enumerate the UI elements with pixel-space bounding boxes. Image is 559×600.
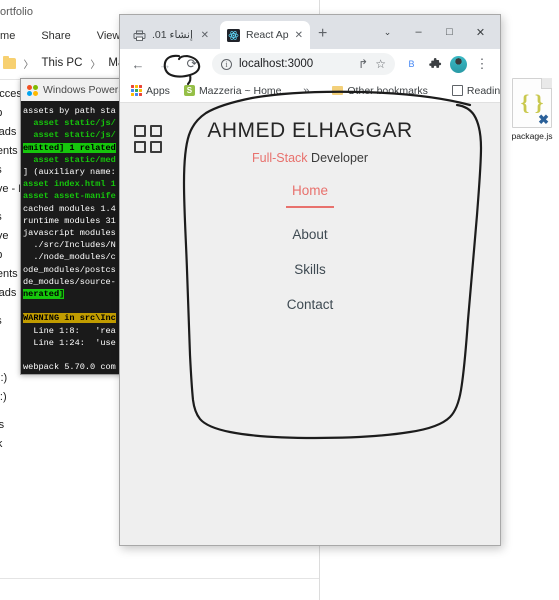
terminal-line: Line 1:24: 'use: [23, 337, 116, 348]
bookmark-label: Apps: [146, 84, 170, 97]
extensions-puzzle-icon[interactable]: [423, 52, 447, 76]
terminal-line: javascript modules: [23, 228, 116, 239]
terminal-line: ode_modules/postcs: [23, 264, 116, 275]
terminal-line: asset static/js/: [23, 130, 116, 141]
back-arrow-icon[interactable]: ←: [126, 52, 150, 76]
reading-list-button[interactable]: Reading list: [447, 83, 501, 99]
bookmark-mazzeria[interactable]: Mazzeria ~ Home...: [179, 83, 295, 99]
page-viewport: AHMED ELHAGGAR Full-Stack Developer Home…: [120, 103, 500, 545]
print-preview-icon: [133, 30, 146, 41]
powershell-title-text: Windows PowerShe: [43, 84, 128, 96]
windows-logo-icon: [27, 84, 38, 96]
reload-icon[interactable]: ⟳: [180, 52, 204, 76]
url-text: localhost:3000: [239, 58, 314, 70]
other-bookmarks-folder[interactable]: Other bookmarks: [327, 83, 433, 99]
terminal-line: cached modules 1.4: [23, 203, 116, 214]
terminal-line: runtime modules 31: [23, 215, 116, 226]
sidebar-item-network[interactable]: Network: [0, 434, 58, 453]
ribbon-tab-share[interactable]: Share: [41, 30, 70, 42]
powershell-titlebar: Windows PowerShe: [21, 79, 127, 101]
powershell-window[interactable]: Windows PowerShe assets by path sta asse…: [20, 78, 128, 375]
file-label: package.js: [511, 131, 553, 141]
site-info-icon[interactable]: i: [221, 58, 232, 70]
breadcrumb-this-pc[interactable]: This PC: [42, 57, 83, 69]
explorer-window-title: portfolio: [0, 6, 33, 18]
bookmark-apps[interactable]: Apps: [126, 83, 175, 99]
close-icon[interactable]: ✕: [201, 30, 209, 41]
bookmark-star-icon[interactable]: ☆: [375, 57, 386, 71]
tab-title: .01 إنشاء: [152, 29, 193, 41]
json-file-icon: { } ✖: [512, 78, 552, 128]
explorer-status-bar: [0, 578, 319, 600]
nav-item-skills[interactable]: Skills: [294, 262, 326, 277]
terminal-line: asset asset-manife: [23, 191, 116, 202]
browser-toolbar: ← → ⟳ i localhost:3000 ↱ ☆ B ⋮: [120, 49, 500, 79]
shopify-icon: [183, 85, 195, 96]
close-window-button[interactable]: ✕: [465, 19, 496, 45]
chrome-browser-window: .01 إنشاء ✕ React Ap ✕ + ⌄ – □ ✕ ← → ⟳ i…: [119, 14, 501, 546]
tab-inactive-arabic[interactable]: .01 إنشاء ✕: [126, 21, 216, 49]
page-fold: [541, 78, 552, 89]
ribbon-tab-view[interactable]: View: [97, 30, 121, 42]
nav-active-underline: [286, 206, 334, 208]
sidebar-item-libraries[interactable]: Libraries: [0, 415, 58, 434]
nav-item-contact[interactable]: Contact: [287, 297, 334, 312]
tab-search-chevron-down-icon[interactable]: ⌄: [372, 19, 403, 45]
terminal-line: asset static/med: [23, 154, 116, 165]
address-omnibox[interactable]: i localhost:3000 ↱ ☆: [212, 53, 395, 75]
overlay-x-icon: ✖: [538, 112, 549, 127]
folder-icon: [2, 55, 16, 69]
terminal-line: nerated]: [23, 289, 65, 300]
nav-item-home[interactable]: Home: [292, 183, 328, 198]
desktop-file-package-json[interactable]: { } ✖ package.js: [508, 78, 556, 141]
breadcrumb-separator: 〉: [90, 59, 101, 71]
profile-avatar[interactable]: [450, 55, 467, 73]
terminal-line: Line 1:8: 'rea: [23, 325, 116, 336]
page-subtitle: Full-Stack Developer: [120, 151, 500, 165]
new-tab-button[interactable]: +: [318, 26, 327, 42]
terminal-line: ./src/Includes/N: [23, 240, 116, 251]
terminal-line: ] (auxiliary name:: [23, 167, 116, 178]
page-title: AHMED ELHAGGAR: [207, 119, 413, 142]
subtitle-accent: Full-Stack: [251, 151, 308, 165]
react-icon: [227, 28, 240, 42]
bookmarks-overflow-icon[interactable]: »: [299, 85, 313, 97]
sidebar-item-data-d[interactable]: Data (D:): [0, 387, 58, 406]
terminal-line: de_modules/source-: [23, 276, 116, 287]
terminal-line: asset static/js/: [23, 118, 116, 129]
terminal-line: emitted] 1 related: [23, 142, 116, 153]
tab-active-react-app[interactable]: React Ap ✕: [220, 21, 310, 49]
terminal-line: asset index.html 1: [23, 179, 116, 190]
screenshot-root: | portfolio Home Share View ↑ 〉 This PC …: [0, 0, 559, 600]
apps-grid-icon: [131, 85, 142, 96]
window-controls: ⌄ – □ ✕: [372, 19, 496, 45]
nav-item-about[interactable]: About: [292, 227, 327, 242]
reading-list-icon: [451, 85, 463, 96]
tab-title: React Ap: [246, 29, 289, 41]
folder-icon: [332, 86, 344, 95]
breadcrumb-separator: 〉: [23, 59, 34, 71]
bookmark-label: Mazzeria ~ Home...: [198, 84, 291, 97]
close-icon[interactable]: ✕: [295, 30, 303, 41]
forward-arrow-icon[interactable]: →: [153, 52, 177, 76]
reading-list-label: Reading list: [466, 84, 501, 97]
share-icon[interactable]: ↱: [358, 57, 368, 71]
terminal-line: webpack 5.70.0 com: [23, 362, 116, 373]
subtitle-rest: Developer: [307, 151, 369, 165]
powershell-output: assets by path sta asset static/js/ asse…: [21, 101, 127, 374]
maximize-button[interactable]: □: [434, 19, 465, 45]
other-bookmarks-label: Other bookmarks: [347, 84, 428, 97]
terminal-line: assets by path sta: [23, 106, 116, 116]
ribbon-tab-home[interactable]: Home: [0, 30, 15, 42]
terminal-line: ./node_modules/c: [23, 252, 116, 263]
site-nav: Home About Skills Contact: [120, 183, 500, 332]
bookmarks-bar: Apps Mazzeria ~ Home... » Other bookmark…: [120, 79, 500, 103]
tab-strip: .01 إنشاء ✕ React Ap ✕ + ⌄ – □ ✕: [120, 15, 500, 49]
extension-badge-icon[interactable]: B: [403, 56, 420, 73]
minimize-button[interactable]: –: [403, 19, 434, 45]
browser-menu-icon[interactable]: ⋮: [470, 52, 494, 76]
terminal-line: WARNING in src\Inc: [23, 313, 116, 324]
